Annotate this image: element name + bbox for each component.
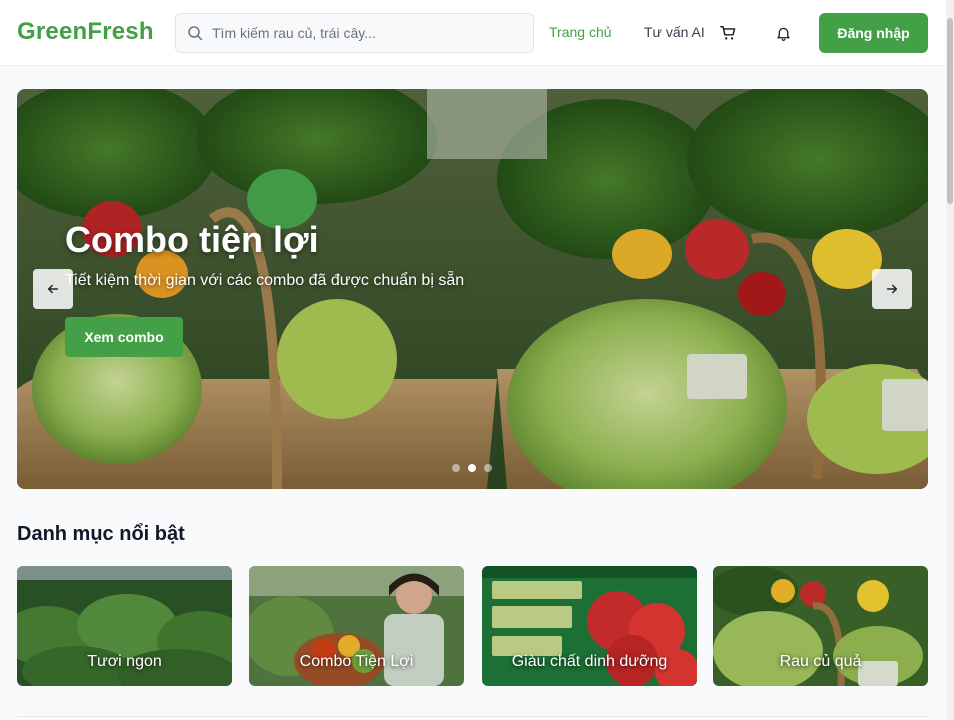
section-title-featured-categories: Danh mục nổi bật [17, 523, 185, 545]
cart-icon[interactable] [718, 23, 738, 43]
hero-title: Combo tiện lợi [65, 219, 319, 260]
category-label: Giàu chất dinh dưỡng [511, 653, 668, 670]
scrollbar[interactable] [946, 0, 954, 720]
carousel-dot-1[interactable] [452, 464, 460, 472]
category-card-combo[interactable]: Combo Tiện Lợi [249, 566, 464, 686]
carousel-prev-button[interactable] [33, 269, 73, 309]
carousel-dot-3[interactable] [484, 464, 492, 472]
carousel-dots [452, 464, 492, 472]
section-divider [17, 716, 928, 717]
category-card-vegetables[interactable]: Rau củ quả [713, 566, 928, 686]
search-icon [188, 26, 203, 41]
category-label: Tươi ngon [87, 653, 162, 670]
logo[interactable]: GreenFresh [17, 18, 154, 46]
arrow-right-icon [886, 284, 898, 294]
header: GreenFresh Trang chủ Tư vấn AI Đăng nhập [0, 0, 946, 66]
hero-banner: Combo tiện lợi Tiết kiệm thời gian với c… [17, 89, 928, 489]
nav-home[interactable]: Trang chủ [549, 24, 612, 40]
carousel-next-button[interactable] [872, 269, 912, 309]
bell-icon[interactable] [773, 23, 793, 43]
scrollbar-thumb[interactable] [947, 18, 953, 204]
category-label: Rau củ quả [779, 653, 862, 670]
login-button[interactable]: Đăng nhập [819, 13, 928, 53]
category-label: Combo Tiện Lợi [299, 653, 414, 670]
carousel-dot-2[interactable] [468, 464, 476, 472]
nav-ai-advisor[interactable]: Tư vấn AI [644, 24, 705, 40]
search-box[interactable] [175, 13, 534, 53]
category-card-nutrition[interactable]: Giàu chất dinh dưỡng [482, 566, 697, 686]
category-card-fresh[interactable]: Tươi ngon [17, 566, 232, 686]
hero-subtitle: Tiết kiệm thời gian với các combo đã đượ… [65, 272, 465, 289]
search-input[interactable] [212, 14, 527, 52]
view-combo-button[interactable]: Xem combo [65, 317, 183, 357]
arrow-left-icon [47, 284, 59, 294]
